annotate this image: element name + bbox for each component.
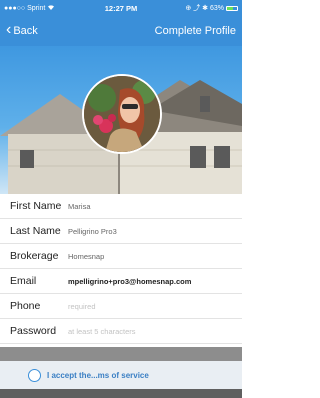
- battery-icon: [226, 5, 238, 11]
- clock: 12:27 PM: [104, 3, 138, 13]
- last-name-row[interactable]: Last Name Pelligrino Pro3: [0, 219, 242, 244]
- profile-form: First Name Marisa Last Name Pelligrino P…: [0, 194, 242, 344]
- phone-field[interactable]: required: [68, 302, 96, 311]
- bottom-band: [0, 389, 242, 398]
- back-button[interactable]: ‹ Back: [6, 21, 38, 38]
- avatar[interactable]: [82, 74, 162, 154]
- password-field[interactable]: at least 5 characters: [68, 327, 136, 336]
- terms-label[interactable]: I accept the...ms of service: [47, 371, 149, 380]
- email-field[interactable]: mpelligrino+pro3@homesnap.com: [68, 277, 191, 286]
- header-background-image: [0, 46, 242, 194]
- status-bar: ●●●○○ Sprint 12:27 PM ⊕ ⤴ ✱ 63%: [0, 0, 242, 16]
- terms-checkbox-row[interactable]: I accept the...ms of service: [0, 361, 242, 389]
- phone-label: Phone: [10, 300, 41, 312]
- brokerage-row[interactable]: Brokerage Homesnap: [0, 244, 242, 269]
- password-row[interactable]: Password at least 5 characters: [0, 319, 242, 344]
- email-row[interactable]: Email mpelligrino+pro3@homesnap.com: [0, 269, 242, 294]
- wifi-icon: [47, 4, 55, 12]
- brokerage-label: Brokerage: [10, 250, 59, 262]
- first-name-field[interactable]: Marisa: [68, 202, 91, 211]
- status-icons: ⊕ ⤴ ✱: [185, 5, 208, 12]
- battery-percent: 63%: [209, 4, 224, 12]
- first-name-label: First Name: [10, 200, 62, 212]
- password-label: Password: [10, 325, 57, 337]
- back-label: Back: [13, 25, 38, 37]
- first-name-row[interactable]: First Name Marisa: [0, 194, 242, 219]
- phone-row[interactable]: Phone required: [0, 294, 242, 319]
- brokerage-field[interactable]: Homesnap: [68, 252, 104, 261]
- chevron-left-icon: ‹: [6, 21, 12, 38]
- last-name-label: Last Name: [10, 225, 61, 237]
- email-label: Email: [10, 275, 37, 287]
- battery-fill: [227, 6, 234, 10]
- last-name-field[interactable]: Pelligrino Pro3: [68, 227, 117, 236]
- carrier-label: ●●●○○ Sprint: [4, 4, 46, 12]
- terms-radio[interactable]: [28, 368, 41, 382]
- complete-profile-button[interactable]: Complete Profile: [155, 25, 236, 37]
- divider-band: [0, 347, 242, 361]
- nav-bar: ‹ Back Complete Profile: [0, 16, 242, 46]
